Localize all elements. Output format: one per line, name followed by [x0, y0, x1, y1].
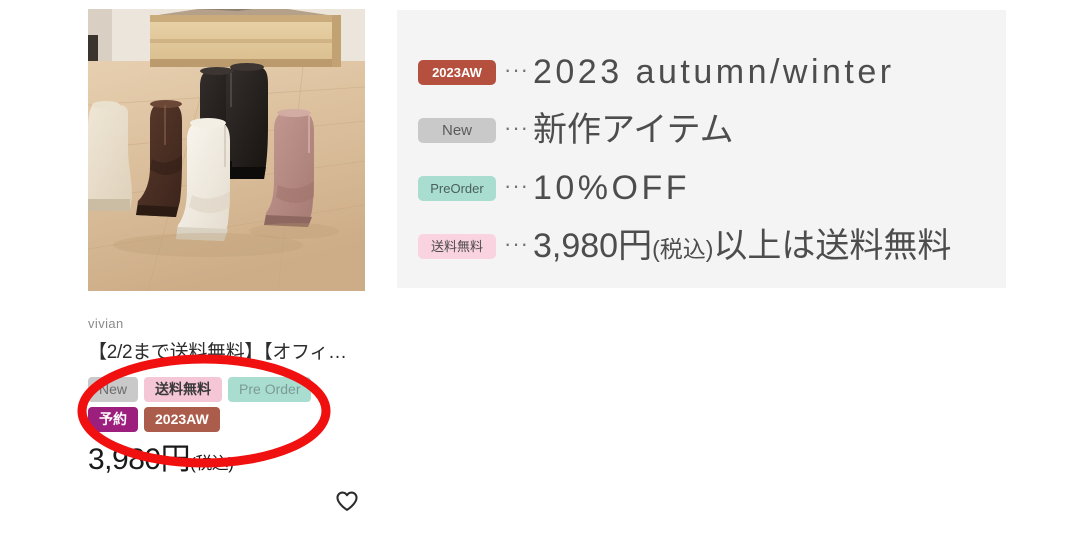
legend-description-2023aw: 2023 autumn/winter — [532, 53, 895, 91]
legend-panel: 2023AW ··· 2023 autumn/winter New ··· 新作… — [397, 10, 1006, 288]
legend-row-list: 2023AW ··· 2023 autumn/winter New ··· 新作… — [418, 43, 1000, 275]
heart-outline-icon — [336, 491, 358, 511]
product-card[interactable]: vivian 【2/2まで送料無料】【オフィ… New 送料無料 Pre Ord… — [88, 316, 373, 475]
product-tag-reservation: 予約 — [88, 407, 138, 432]
legend-dots-icon: ··· — [504, 173, 529, 198]
legend-description-free-shipping: 3,980円(税込)以上は送料無料 — [533, 229, 951, 263]
product-title[interactable]: 【2/2まで送料無料】【オフィ… — [88, 340, 373, 366]
legend-row-preorder: PreOrder ··· 10%OFF — [418, 159, 1000, 217]
legend-description-preorder: 10%OFF — [532, 169, 691, 207]
legend-badge-new: New — [418, 117, 496, 143]
product-tag-new: New — [88, 377, 139, 402]
legend-dots-icon: ··· — [504, 231, 529, 256]
legend-dots-icon: ··· — [504, 115, 529, 140]
product-photo[interactable] — [88, 9, 365, 291]
product-tag-free-shipping: 送料無料 — [144, 377, 223, 402]
product-price-tax-note: (税込) — [190, 454, 234, 473]
product-tag-pre-order: Pre Order — [228, 377, 312, 402]
legend-row-2023aw: 2023AW ··· 2023 autumn/winter — [418, 43, 1000, 101]
legend-dots-icon: ··· — [504, 57, 529, 82]
legend-price-condition: 以上は送料無料 — [713, 227, 952, 265]
legend-badge-2023aw: 2023AW — [418, 59, 496, 85]
legend-price-amount: 3,980円 — [532, 227, 653, 265]
legend-price-tax-note: (税込) — [652, 236, 714, 262]
legend-row-free-shipping: 送料無料 ··· 3,980円(税込)以上は送料無料 — [418, 217, 1000, 275]
legend-description-new: 新作アイテム — [532, 111, 734, 149]
legend-badge-free-shipping: 送料無料 — [418, 233, 496, 259]
legend-badge-preorder: PreOrder — [418, 175, 496, 201]
product-photo-image — [88, 9, 365, 291]
product-brand[interactable]: vivian — [88, 316, 373, 332]
product-price: 3,980円(税込) — [88, 445, 373, 475]
product-price-amount: 3,980円 — [88, 443, 191, 476]
favorite-heart-icon[interactable] — [334, 488, 360, 514]
legend-row-new: New ··· 新作アイテム — [418, 101, 1000, 159]
product-tag-2023aw: 2023AW — [144, 407, 220, 432]
product-tag-list: New 送料無料 Pre Order 予約 2023AW — [88, 377, 338, 432]
